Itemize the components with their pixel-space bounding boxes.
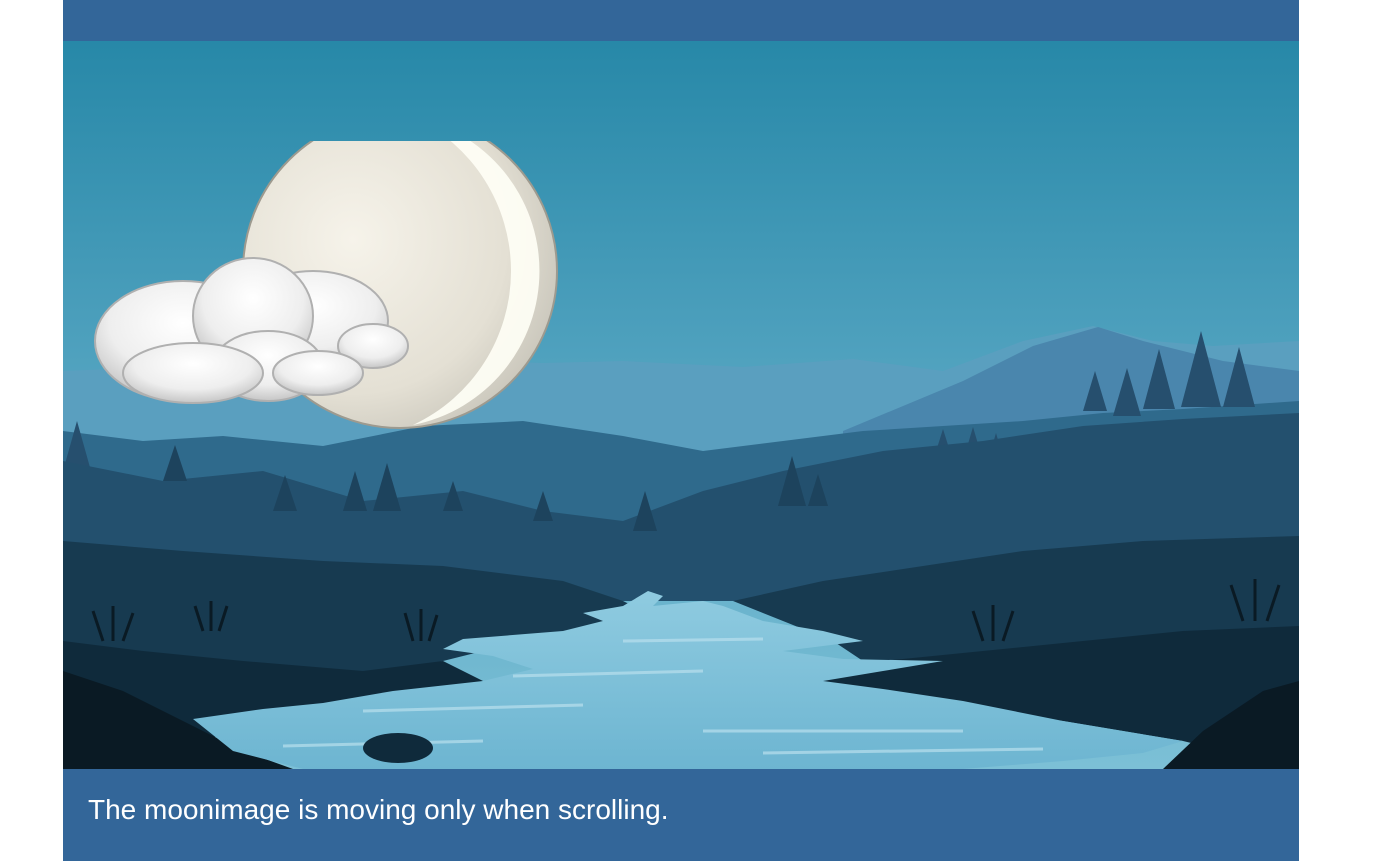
landscape-scene [63, 41, 1299, 769]
night-landscape-illustration [63, 41, 1299, 769]
caption-text: The moonimage is moving only when scroll… [88, 794, 669, 825]
page-container: The moonimage is moving only when scroll… [63, 0, 1299, 861]
river-rock [363, 733, 433, 763]
top-bar [63, 0, 1299, 41]
